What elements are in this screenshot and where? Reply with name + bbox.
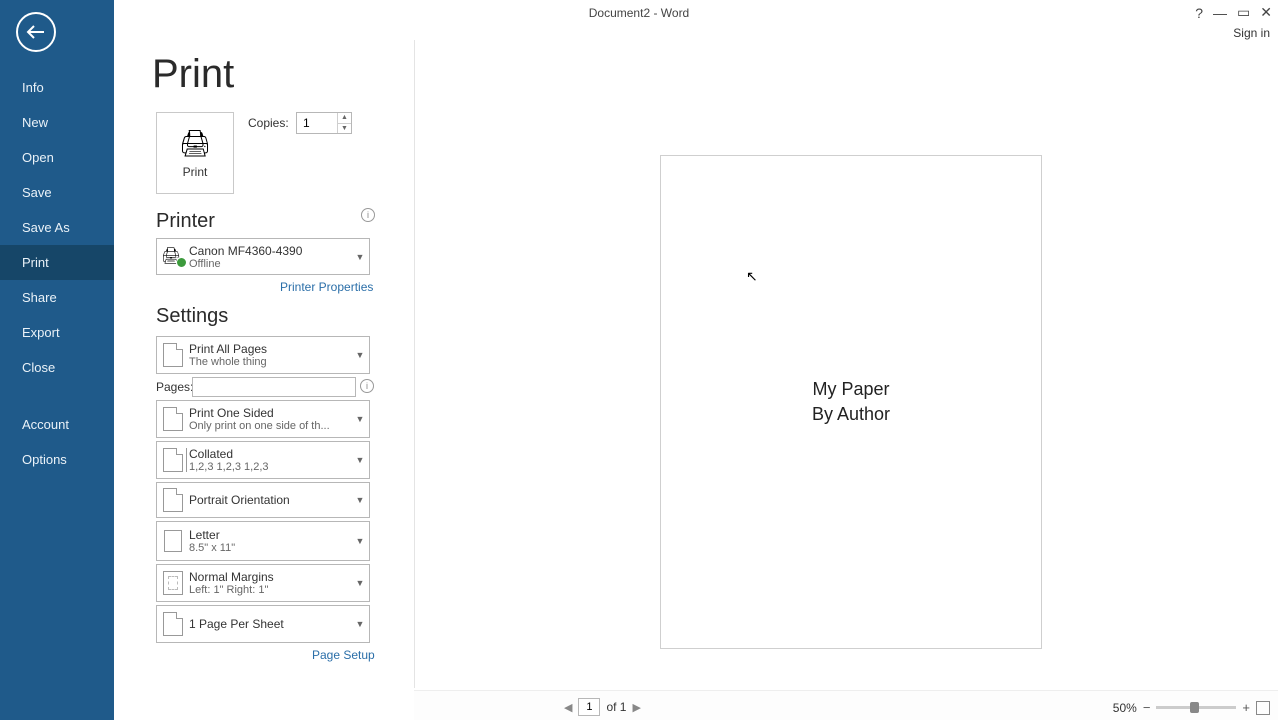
chevron-down-icon: ▼ <box>351 414 369 424</box>
back-button[interactable] <box>16 12 56 52</box>
nav-share[interactable]: Share <box>0 280 114 315</box>
chevron-down-icon: ▼ <box>351 495 369 505</box>
pages-info-icon[interactable]: i <box>360 379 374 393</box>
copies-input[interactable] <box>297 113 337 133</box>
sides-dropdown[interactable]: Print One Sided Only print on one side o… <box>156 400 370 438</box>
nav-account[interactable]: Account <box>0 407 114 442</box>
chevron-down-icon: ▼ <box>351 455 369 465</box>
printer-status: Offline <box>189 258 351 270</box>
nav-close[interactable]: Close <box>0 350 114 385</box>
collate-icon <box>163 448 183 472</box>
chevron-down-icon: ▼ <box>351 252 369 262</box>
printer-dropdown[interactable]: Canon MF4360-4390 Offline ▼ <box>156 238 370 275</box>
next-page-icon[interactable]: ▶ <box>632 701 640 714</box>
page-setup-link[interactable]: Page Setup <box>312 648 375 662</box>
sheet-icon <box>163 612 183 636</box>
margins-dropdown[interactable]: Normal Margins Left: 1" Right: 1" ▼ <box>156 564 370 602</box>
printer-info-icon[interactable]: i <box>361 208 375 222</box>
page-number-input[interactable] <box>578 698 600 716</box>
printer-name: Canon MF4360-4390 <box>189 244 351 258</box>
chevron-down-icon: ▼ <box>351 536 369 546</box>
nav-export[interactable]: Export <box>0 315 114 350</box>
paper-title: Letter <box>189 528 351 542</box>
print-what-dropdown[interactable]: Print All Pages The whole thing ▼ <box>156 336 370 374</box>
margins-sub: Left: 1" Right: 1" <box>189 584 351 596</box>
printer-properties-link[interactable]: Printer Properties <box>280 280 373 294</box>
zoom-slider[interactable] <box>1156 706 1236 709</box>
printer-heading: Printer <box>156 210 215 233</box>
paper-sub: 8.5" x 11" <box>189 542 351 554</box>
zoom-percent: 50% <box>1113 701 1137 715</box>
pages-input[interactable] <box>193 378 355 396</box>
chevron-down-icon: ▼ <box>351 619 369 629</box>
sides-title: Print One Sided <box>189 406 351 420</box>
preview-author: By Author <box>812 404 890 425</box>
orientation-dropdown[interactable]: Portrait Orientation ▼ <box>156 482 370 518</box>
print-button[interactable]: 🖨 Print <box>156 112 234 194</box>
collation-dropdown[interactable]: Collated 1,2,3 1,2,3 1,2,3 ▼ <box>156 441 370 479</box>
paper-icon <box>164 530 182 552</box>
prev-page-icon[interactable]: ◀ <box>564 701 572 714</box>
nav-open[interactable]: Open <box>0 140 114 175</box>
nav-print[interactable]: Print <box>0 245 114 280</box>
printer-icon: 🖨 <box>178 128 211 159</box>
preview-title: My Paper <box>812 379 889 400</box>
chevron-down-icon: ▼ <box>351 350 369 360</box>
collation-sub: 1,2,3 1,2,3 1,2,3 <box>189 461 351 473</box>
margins-icon <box>163 571 183 595</box>
print-what-sub: The whole thing <box>189 356 351 368</box>
document-icon <box>163 343 183 367</box>
nav-save-as[interactable]: Save As <box>0 210 114 245</box>
portrait-icon <box>163 488 183 512</box>
margins-title: Normal Margins <box>189 570 351 584</box>
sides-sub: Only print on one side of th... <box>189 420 351 432</box>
zoom-in-icon[interactable]: + <box>1242 700 1250 715</box>
copies-up-icon[interactable]: ▲ <box>337 113 351 124</box>
nav-new[interactable]: New <box>0 105 114 140</box>
copies-label: Copies: <box>248 116 289 130</box>
page-total-label: of 1 <box>606 700 626 714</box>
backstage-sidebar: Info New Open Save Save As Print Share E… <box>0 0 114 720</box>
nav-info[interactable]: Info <box>0 70 114 105</box>
copies-down-icon[interactable]: ▼ <box>337 124 351 134</box>
orientation-title: Portrait Orientation <box>189 493 351 507</box>
print-preview: My Paper By Author <box>660 155 1042 649</box>
divider <box>414 40 415 688</box>
paper-dropdown[interactable]: Letter 8.5" x 11" ▼ <box>156 521 370 561</box>
fit-page-icon[interactable] <box>1256 701 1270 715</box>
print-button-label: Print <box>183 165 208 179</box>
pages-per-sheet-title: 1 Page Per Sheet <box>189 617 351 631</box>
settings-heading: Settings <box>156 305 228 328</box>
printer-status-icon <box>161 248 185 266</box>
nav-save[interactable]: Save <box>0 175 114 210</box>
collation-title: Collated <box>189 447 351 461</box>
cursor-icon: ↖ <box>746 268 758 285</box>
page-title: Print <box>152 52 234 97</box>
page-icon <box>163 407 183 431</box>
chevron-down-icon: ▼ <box>351 578 369 588</box>
print-what-title: Print All Pages <box>189 342 351 356</box>
pages-per-sheet-dropdown[interactable]: 1 Page Per Sheet ▼ <box>156 605 370 643</box>
pages-label: Pages: <box>156 380 193 394</box>
zoom-out-icon[interactable]: − <box>1143 700 1151 715</box>
nav-options[interactable]: Options <box>0 442 114 477</box>
